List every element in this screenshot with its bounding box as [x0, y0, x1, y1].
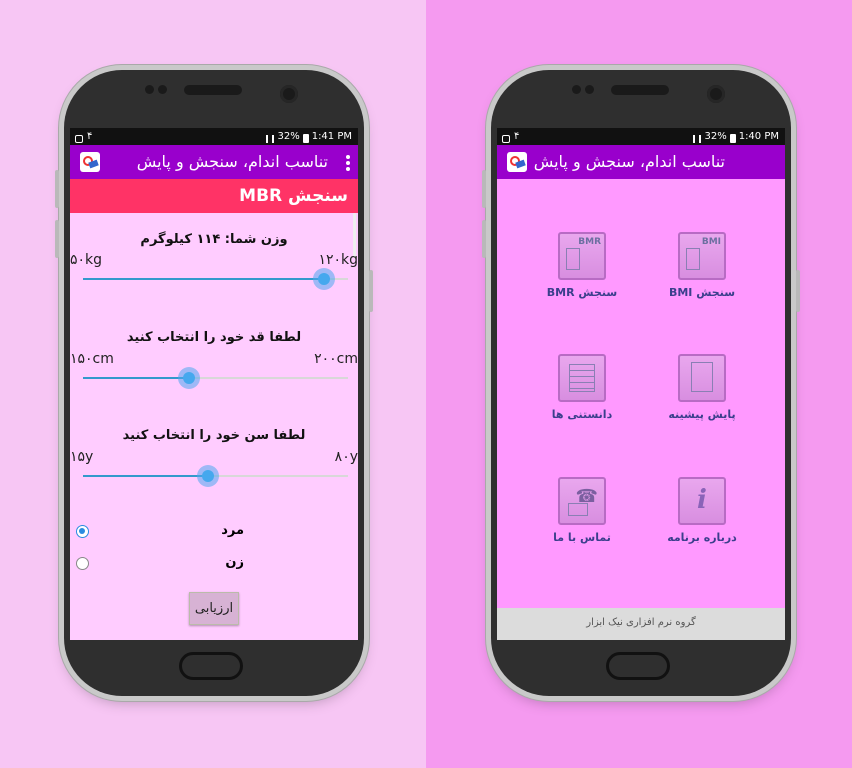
volume-button — [482, 170, 486, 208]
info-icon: i — [678, 477, 726, 525]
clipboard-icon — [678, 354, 726, 402]
signal-icon — [693, 134, 702, 143]
tile-history[interactable]: پایش پیشینه — [642, 354, 762, 421]
tile-contact[interactable]: ☎ تماس با ما — [522, 477, 642, 544]
weight-thumb[interactable] — [313, 268, 336, 290]
contact-icon: ☎ — [558, 477, 606, 525]
phone-right: ۴ 32% 1:40 PM تناسب اندام، سنجش و پایش B… — [482, 70, 800, 696]
status-bar: ۴ 32% 1:41 PM — [70, 128, 358, 145]
tile-history-label: پایش پیشینه — [668, 408, 736, 421]
app-logo-icon — [80, 152, 100, 172]
home-button[interactable] — [606, 652, 670, 680]
gender-option-male[interactable]: مرد — [70, 518, 358, 550]
footer-credit: گروه نرم افزاری نیک ابزار — [497, 608, 785, 640]
weight-label: وزن شما: ۱۱۴ کیلوگرم — [140, 232, 288, 247]
height-thumb[interactable] — [178, 367, 200, 389]
gender-female-label: زن — [225, 555, 244, 570]
sensor-dot — [158, 85, 167, 94]
volume-button — [55, 170, 59, 208]
battery-icon — [302, 134, 309, 143]
tile-facts[interactable]: دانستنی ها — [522, 354, 642, 421]
tile-about[interactable]: i درباره برنامه — [642, 477, 762, 544]
height-slider[interactable]: ۱۵۰cm ۲۰۰cm — [70, 351, 358, 391]
app-title: تناسب اندام، سنجش و پایش — [533, 152, 725, 171]
phone-left: ۴ 32% 1:41 PM تناسب اندام، سنجش و پایش س… — [55, 70, 373, 696]
screen-home: ۴ 32% 1:40 PM تناسب اندام، سنجش و پایش B… — [497, 128, 785, 640]
age-max: ۸۰y — [334, 449, 358, 465]
battery-percent: 32% — [277, 131, 300, 142]
tile-bmr-label: سنجش BMR — [546, 286, 618, 299]
status-left-text: ۴ — [87, 131, 93, 142]
status-left-text: ۴ — [514, 131, 520, 142]
section-title: سنجش MBR — [70, 179, 358, 213]
age-min: ۱۵y — [70, 449, 94, 465]
tile-facts-label: دانستنی ها — [551, 408, 613, 421]
notification-icon — [75, 134, 83, 143]
weight-min: ۵۰kg — [70, 252, 103, 268]
bmr-icon: BMR — [558, 232, 606, 280]
age-fill — [83, 475, 208, 477]
battery-icon — [729, 134, 736, 143]
status-bar: ۴ 32% 1:40 PM — [497, 128, 785, 145]
evaluate-button[interactable]: ارزیابی — [189, 592, 239, 625]
notification-icon — [502, 134, 510, 143]
height-min: ۱۵۰cm — [70, 351, 114, 367]
signal-icon — [266, 134, 275, 143]
overflow-menu-icon[interactable] — [346, 155, 350, 173]
radio-female[interactable] — [76, 557, 89, 570]
app-bar: تناسب اندام، سنجش و پایش — [497, 145, 785, 179]
front-camera — [280, 85, 298, 103]
height-fill — [83, 377, 189, 379]
age-slider[interactable]: ۱۵y ۸۰y — [70, 449, 358, 489]
power-button — [369, 270, 373, 312]
weight-slider[interactable]: ۵۰kg ۱۲۰kg — [70, 252, 358, 292]
screen-bmr: ۴ 32% 1:41 PM تناسب اندام، سنجش و پایش س… — [70, 128, 358, 640]
age-thumb[interactable] — [196, 465, 219, 487]
weight-fill — [83, 278, 325, 280]
earpiece-speaker — [184, 85, 242, 95]
tile-bmi-label: سنجش BMI — [668, 286, 736, 299]
status-time: 1:41 PM — [311, 131, 352, 142]
tile-bmr[interactable]: BMR سنجش BMR — [522, 232, 642, 299]
notes-icon — [558, 354, 606, 402]
tile-contact-label: تماس با ما — [553, 531, 611, 544]
sensor-dot — [145, 85, 154, 94]
weight-max: ۱۲۰kg — [318, 252, 358, 268]
bmi-icon: BMI — [678, 232, 726, 280]
earpiece-speaker — [611, 85, 669, 95]
tile-bmi[interactable]: BMI سنجش BMI — [642, 232, 762, 299]
power-button — [796, 270, 800, 312]
home-button[interactable] — [179, 652, 243, 680]
height-label: لطفا قد خود را انتخاب کنید — [126, 330, 302, 345]
height-max: ۲۰۰cm — [314, 351, 358, 367]
volume-button-2 — [482, 220, 486, 258]
volume-button-2 — [55, 220, 59, 258]
battery-percent: 32% — [704, 131, 727, 142]
app-bar: تناسب اندام، سنجش و پایش — [70, 145, 358, 179]
gender-option-female[interactable]: زن — [70, 550, 358, 582]
radio-male[interactable] — [76, 525, 89, 538]
sensor-dot — [572, 85, 581, 94]
status-time: 1:40 PM — [738, 131, 779, 142]
tile-about-label: درباره برنامه — [667, 531, 737, 544]
sensor-dot — [585, 85, 594, 94]
age-label: لطفا سن خود را انتخاب کنید — [122, 428, 306, 443]
app-logo-icon — [507, 152, 527, 172]
front-camera — [707, 85, 725, 103]
gender-male-label: مرد — [221, 523, 244, 538]
app-title: تناسب اندام، سنجش و پایش — [136, 152, 328, 171]
menu-grid: BMI سنجش BMI BMR سنجش BMR پایش پیشینه دا… — [497, 179, 785, 551]
